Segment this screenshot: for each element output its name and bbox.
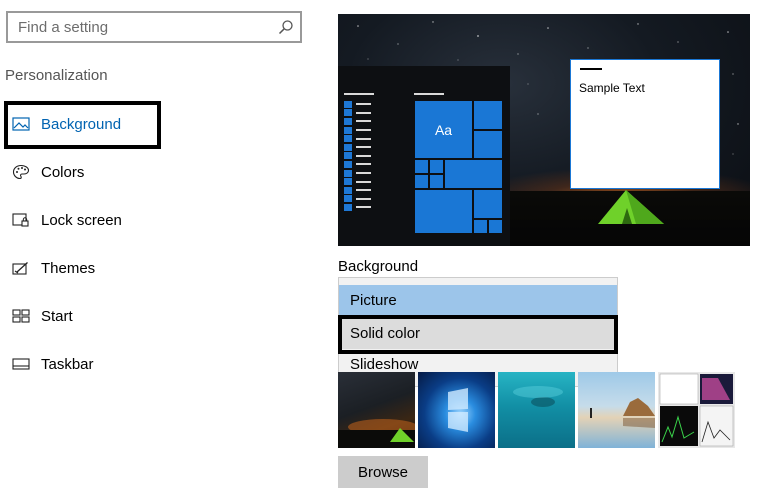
- search-box[interactable]: [6, 11, 302, 43]
- option-solid-color[interactable]: Solid color: [339, 318, 617, 349]
- night-tent-thumbnail[interactable]: [338, 372, 415, 448]
- sidebar-item-background[interactable]: Background: [5, 104, 305, 144]
- start-icon: [10, 308, 32, 324]
- sidebar-item-colors[interactable]: Colors: [5, 152, 305, 192]
- background-dropdown[interactable]: Picture Solid color Slideshow: [338, 277, 618, 387]
- sidebar-item-label: Start: [41, 307, 73, 325]
- section-title: Personalization: [5, 67, 108, 84]
- option-picture[interactable]: Picture: [339, 285, 617, 316]
- tile: [414, 159, 429, 174]
- tile: [414, 174, 429, 189]
- sidebar-item-taskbar[interactable]: Taskbar: [5, 344, 305, 384]
- browse-button[interactable]: Browse: [338, 456, 428, 488]
- tent-image: [598, 190, 664, 224]
- underwater-thumbnail[interactable]: [498, 372, 575, 448]
- app-list-header: [344, 93, 374, 95]
- sample-text: Sample Text: [579, 81, 645, 95]
- tile: [473, 130, 503, 159]
- app-list: [344, 100, 371, 212]
- search-icon: [278, 20, 293, 35]
- picture-icon: [10, 116, 32, 132]
- background-label: Background: [338, 258, 419, 275]
- search-input[interactable]: [8, 13, 300, 41]
- sidebar-item-label: Themes: [41, 259, 96, 277]
- sidebar-item-themes[interactable]: Themes: [5, 248, 305, 288]
- taskbar-icon: [10, 356, 32, 372]
- sample-window: Sample Text: [570, 59, 720, 189]
- sidebar-item-label: Colors: [41, 163, 85, 181]
- tile: [488, 219, 503, 234]
- screenshot-thumbnail[interactable]: [658, 372, 735, 448]
- start-menu-preview: Aa: [338, 66, 510, 246]
- tile: [473, 189, 503, 219]
- sidebar-item-label: Lock screen: [41, 211, 122, 229]
- palette-icon: [10, 164, 32, 180]
- tile: [429, 159, 444, 174]
- tile: [473, 219, 488, 234]
- tile-large: Aa: [414, 100, 473, 159]
- lock-screen-icon: [10, 212, 32, 228]
- tile: [444, 159, 503, 189]
- tiles-header: [414, 93, 444, 95]
- sidebar-item-label: Taskbar: [41, 355, 94, 373]
- themes-icon: [10, 260, 32, 276]
- background-preview: Aa Sample Text: [338, 14, 750, 246]
- window-title-bar: [580, 68, 602, 70]
- beach-rocks-thumbnail[interactable]: [578, 372, 655, 448]
- sidebar-item-lock-screen[interactable]: Lock screen: [5, 200, 305, 240]
- tile: [473, 100, 503, 130]
- sidebar-item-label: Background: [41, 115, 122, 133]
- tile: [414, 189, 473, 234]
- tile: [429, 174, 444, 189]
- sidebar-item-start[interactable]: Start: [5, 296, 305, 336]
- windows-logo-thumbnail[interactable]: [418, 372, 495, 448]
